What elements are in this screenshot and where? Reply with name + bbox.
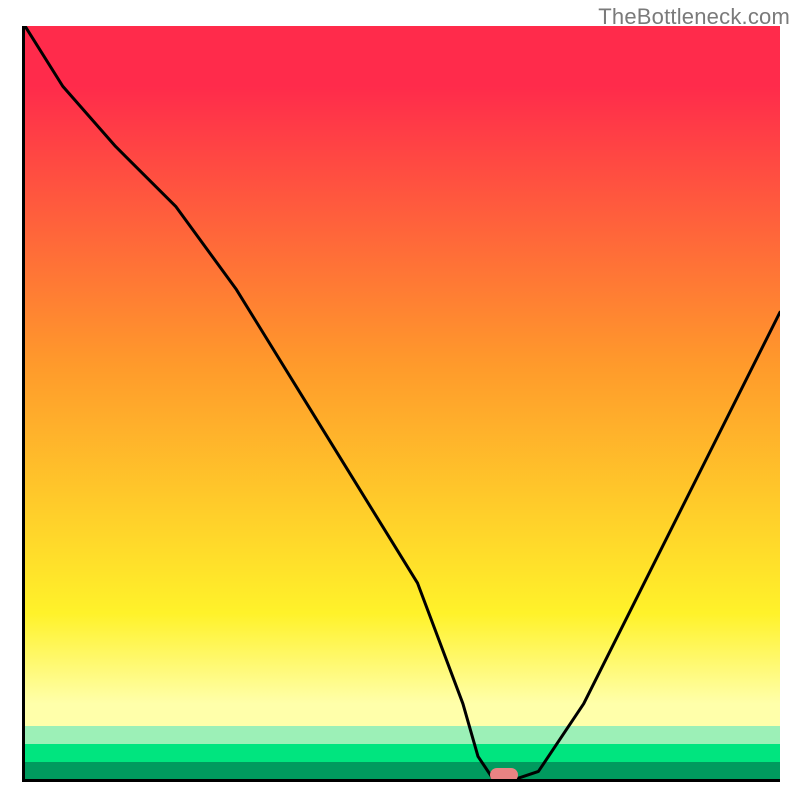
optimum-marker xyxy=(490,768,518,782)
plot-area xyxy=(0,0,800,800)
watermark-text: TheBottleneck.com xyxy=(598,4,790,30)
bottleneck-chart: TheBottleneck.com xyxy=(0,0,800,800)
bottleneck-curve xyxy=(25,26,780,779)
plot-inner xyxy=(22,26,780,782)
